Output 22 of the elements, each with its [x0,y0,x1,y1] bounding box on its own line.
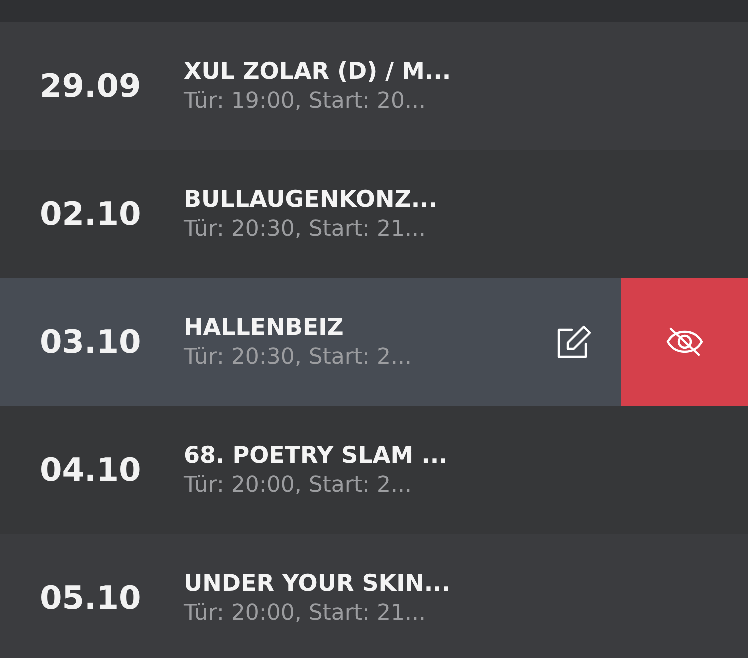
event-row[interactable]: 05.10 UNDER YOUR SKIN... Tür: 20:00, Start: 21... [0,534,748,658]
event-date: 29.09 [39,67,142,105]
event-times: Tür: 20:00, Start: 21... [184,600,427,626]
selected-event-row[interactable]: 03.10 HALLENBEIZ Tür: 20:30, Start: 2... [0,278,748,406]
event-date: 02.10 [39,195,142,233]
event-date: 03.10 [39,323,142,361]
event-title: XUL ZOLAR (D) / M... [184,58,452,84]
event-title: BULLAUGENKONZ... [184,186,439,212]
eye-slash-icon [666,327,704,357]
event-title: 68. POETRY SLAM ... [184,442,449,468]
event-times: Tür: 20:30, Start: 21... [184,216,427,242]
event-row[interactable]: 04.10 68. POETRY SLAM ... Tür: 20:00, Start: 2... [0,406,748,534]
pencil-icon [555,325,593,359]
event-row[interactable]: 02.10 BULLAUGENKONZ... Tür: 20:30, Start: 21... [0,150,748,278]
event-times: Tür: 19:00, Start: 20... [184,88,427,114]
event-times: Tür: 20:30, Start: 2... [184,344,413,370]
event-title: HALLENBEIZ [184,314,345,340]
event-date: 05.10 [39,579,142,617]
event-title: UNDER YOUR SKIN... [184,570,452,596]
event-row[interactable]: 29.09 XUL ZOLAR (D) / M... Tür: 19:00, Start: 20... [0,22,748,150]
event-times: Tür: 20:00, Start: 2... [184,472,413,498]
event-date: 04.10 [39,451,142,489]
